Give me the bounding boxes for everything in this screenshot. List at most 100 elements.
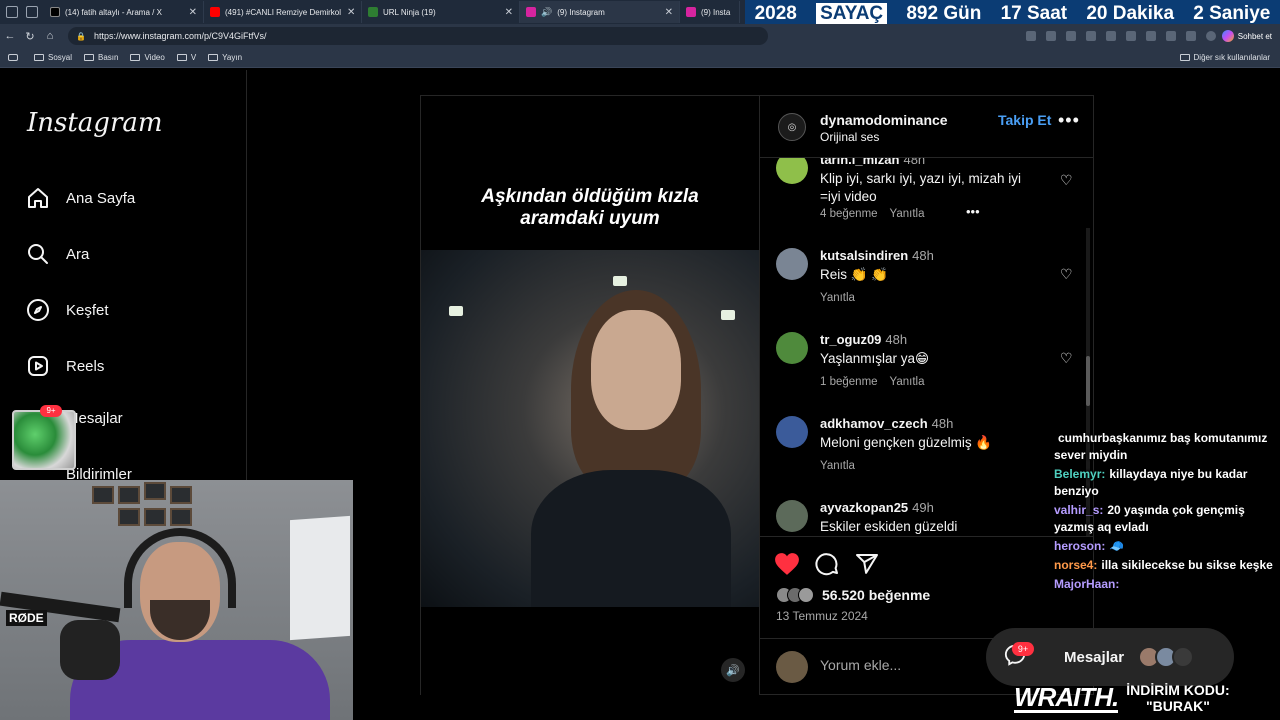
lock-icon[interactable]: 🔒 <box>76 32 86 41</box>
bookmark-folder[interactable]: Basın <box>84 53 118 62</box>
follow-button[interactable]: Takip Et <box>998 112 1051 128</box>
tab-title: URL Ninja (19) <box>383 7 436 17</box>
post-date[interactable]: 13 Temmuz 2024 <box>776 609 868 623</box>
bookmark-label: Sosyal <box>48 53 73 62</box>
extension-icon[interactable] <box>1105 31 1116 41</box>
comment-avatar[interactable] <box>776 248 808 280</box>
browser-tab[interactable]: (491) #CANLI Remziye Demirkol ✕ <box>204 1 362 23</box>
likes-count[interactable]: 56.520 beğenme <box>776 587 930 603</box>
like-comment-icon[interactable]: ♡ <box>1060 266 1073 283</box>
more-options-icon[interactable]: ••• <box>1058 110 1080 131</box>
profile-avatar[interactable] <box>1205 31 1216 41</box>
comment-meta: Yanıtla <box>820 292 867 304</box>
comment-text: Eskiler eskiden güzeldi <box>820 519 958 534</box>
instagram-logo[interactable]: Instagram <box>27 108 163 138</box>
reply-button[interactable]: Yanıtla <box>890 208 925 220</box>
refresh-icon[interactable]: ↻ <box>20 30 40 43</box>
speaker-icon[interactable]: 🔊 <box>541 7 552 18</box>
extension-icon[interactable] <box>1025 31 1036 41</box>
ceiling-light <box>721 310 735 320</box>
extension-icon[interactable] <box>1045 31 1056 41</box>
nav-reels[interactable]: Reels <box>26 354 104 378</box>
nav-explore[interactable]: Keşfet <box>26 298 109 322</box>
like-heart-icon[interactable] <box>774 551 800 577</box>
comment-meta: 4 beğenme Yanıtla <box>820 208 937 220</box>
comment-avatar[interactable] <box>776 332 808 364</box>
wall-photo <box>144 508 166 526</box>
search-icon <box>26 242 50 266</box>
tab-actions-icon[interactable] <box>26 6 38 18</box>
bookmark-label: Yayın <box>222 53 243 62</box>
close-tab-icon[interactable]: ✕ <box>659 7 673 18</box>
browser-tab-active[interactable]: 🔊 (9) Instagram ✕ <box>520 1 680 23</box>
comment-username[interactable]: tr_oguz09 48h <box>820 332 907 347</box>
workspaces-icon[interactable] <box>6 6 18 18</box>
browser-tab[interactable]: (14) fatih altaylı - Arama / X ✕ <box>44 1 204 23</box>
close-tab-icon[interactable]: ✕ <box>499 7 513 18</box>
close-tab-icon[interactable]: ✕ <box>341 7 355 18</box>
comment-username[interactable]: tarih.i_mizah 48h <box>820 158 925 167</box>
liker-avatar <box>798 587 814 603</box>
extension-icon[interactable] <box>1165 31 1176 41</box>
url-field[interactable]: 🔒 https://www.instagram.com/p/C9V4GiFtfV… <box>68 27 768 45</box>
extension-icon[interactable] <box>1145 31 1156 41</box>
comment-username[interactable]: ayvazkopan25 49h <box>820 500 934 515</box>
url-text: https://www.instagram.com/p/C9V4GiFtfVs/ <box>93 31 267 41</box>
like-comment-icon[interactable]: ♡ <box>1060 172 1073 189</box>
bookmark-folder[interactable]: Sosyal <box>34 53 72 62</box>
volume-icon[interactable]: 🔊 <box>721 658 745 682</box>
message-avatar <box>1172 646 1195 668</box>
wall-photo <box>118 508 140 526</box>
bookmark-folder[interactable]: Yayın <box>208 53 242 62</box>
messages-label: Mesajlar <box>1064 648 1125 666</box>
reply-button[interactable]: Yanıtla <box>820 292 855 304</box>
extension-icon[interactable] <box>1085 31 1096 41</box>
caption-line: aramdaki uyum <box>520 208 660 229</box>
browser-tab[interactable]: URL Ninja (19) ✕ <box>362 1 520 23</box>
audio-label[interactable]: Orijinal ses <box>820 130 879 144</box>
comment-likes[interactable]: 1 beğenme <box>820 376 878 388</box>
bookmark-label: Basın <box>98 53 119 62</box>
comment-text: Klip iyi, sarkı iyi, yazı iyi, mizah iyi… <box>820 171 1022 204</box>
comment: adkhamov_czech 48h Meloni gençken güzelmi… <box>776 416 1076 486</box>
tab-title: (9) Insta <box>701 7 731 17</box>
home-icon[interactable]: ⌂ <box>40 30 60 42</box>
notification-badge: 9+ <box>40 405 62 417</box>
other-bookmarks[interactable]: Diğer sık kullanılanlar <box>1179 53 1270 62</box>
author-username[interactable]: dynamodominance <box>820 112 948 128</box>
browser-tab[interactable]: (9) Insta <box>680 1 740 23</box>
discount-label: İNDİRİM KODU: <box>1126 682 1230 698</box>
post-video[interactable]: Aşkından öldüğüm kızla aramdaki uyum 🔊 <box>421 96 759 696</box>
nav-home[interactable]: Ana Sayfa <box>26 186 135 210</box>
reply-button[interactable]: Yanıtla <box>820 460 855 472</box>
bookmark-apps-icon[interactable] <box>8 54 22 61</box>
comment-text: Yaşlanmışlar ya😁 <box>820 351 930 366</box>
close-tab-icon[interactable]: ✕ <box>183 7 197 18</box>
webcam-feed: RØDE <box>0 480 353 720</box>
ceiling-light <box>449 306 463 316</box>
comment-username[interactable]: adkhamov_czech 48h <box>820 416 953 431</box>
back-icon[interactable]: ← <box>0 30 20 42</box>
stream-overlay-gif <box>12 410 76 470</box>
share-icon[interactable] <box>854 551 880 577</box>
favorites-icon[interactable] <box>1185 31 1196 41</box>
comment-username[interactable]: kutsalsindiren 48h <box>820 248 934 263</box>
copilot-button[interactable]: Sohbet et <box>1221 30 1272 42</box>
like-comment-icon[interactable]: ♡ <box>1060 350 1073 367</box>
nav-search[interactable]: Ara <box>26 242 89 266</box>
scrollbar-thumb[interactable] <box>1086 356 1090 406</box>
reply-button[interactable]: Yanıtla <box>890 376 925 388</box>
bookmark-folder[interactable]: Video <box>130 53 165 62</box>
bookmark-folder[interactable]: V <box>176 53 196 62</box>
comment-meta: Yanıtla <box>820 460 867 472</box>
comment-avatar[interactable] <box>776 158 808 184</box>
comment-avatar[interactable] <box>776 500 808 532</box>
extension-icon[interactable] <box>1125 31 1136 41</box>
comment-more-icon[interactable]: ••• <box>966 204 980 219</box>
nav-label: Ara <box>66 245 90 263</box>
comment-likes[interactable]: 4 beğenme <box>820 208 878 220</box>
comment-icon[interactable] <box>814 551 840 577</box>
author-avatar[interactable]: ◎ <box>778 113 806 141</box>
comment-avatar[interactable] <box>776 416 808 448</box>
extension-icon[interactable] <box>1065 31 1076 41</box>
